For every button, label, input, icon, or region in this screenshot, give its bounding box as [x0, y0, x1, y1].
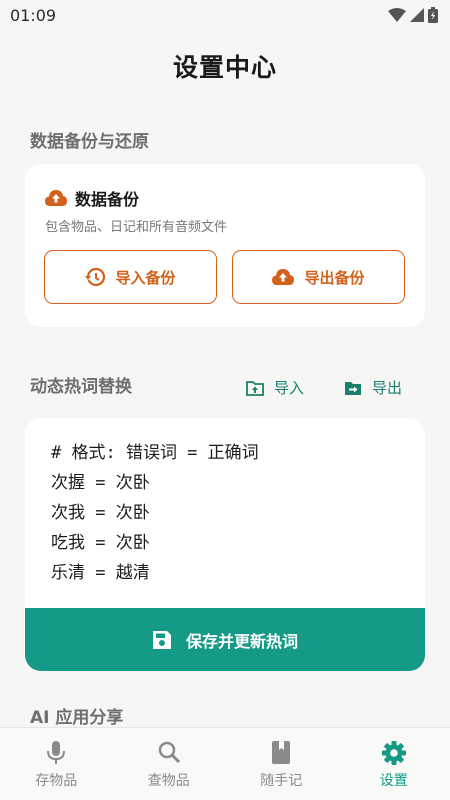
folder-export-icon [345, 381, 361, 395]
wifi-icon [388, 8, 406, 22]
save-icon [152, 630, 171, 649]
battery-icon [428, 7, 438, 23]
hotword-export-label: 导出 [372, 379, 403, 397]
hotword-export-button[interactable]: 导出 [344, 377, 402, 398]
bottom-nav: 存物品 查物品 随手记 设置 [0, 727, 450, 800]
gear-icon [381, 741, 406, 765]
mic-icon [47, 741, 66, 764]
backup-section-title: 数据备份与还原 [30, 132, 149, 152]
nav-item-search[interactable]: 查物品 [113, 728, 226, 800]
folder-upload-icon [246, 380, 264, 396]
book-icon [272, 741, 291, 764]
backup-card-title: 数据备份 [75, 190, 140, 209]
hotword-import-button[interactable]: 导入 [246, 377, 304, 398]
save-hotwords-label: 保存并更新热词 [185, 631, 298, 651]
nav-label-search: 查物品 [147, 773, 190, 789]
export-backup-button[interactable]: 导出备份 [232, 250, 405, 304]
hotword-card: # 格式: 错误词 = 正确词 次握 = 次卧 次我 = 次卧 吃我 = 次卧 … [25, 418, 425, 671]
history-icon [85, 267, 106, 287]
hotword-import-label: 导入 [274, 379, 305, 397]
status-bar: 01:09 [0, 0, 450, 30]
nav-label-notes: 随手记 [260, 773, 303, 789]
ai-section-title: AI 应用分享 [30, 708, 124, 728]
import-backup-button[interactable]: 导入备份 [44, 250, 217, 304]
backup-card-description: 包含物品、日记和所有音频文件 [45, 220, 228, 235]
cloud-upload-icon [45, 190, 67, 206]
signal-icon [410, 8, 424, 22]
nav-label-store: 存物品 [35, 773, 78, 789]
hotword-section-title: 动态热词替换 [30, 377, 132, 397]
nav-item-store[interactable]: 存物品 [0, 728, 113, 800]
nav-item-settings[interactable]: 设置 [338, 728, 450, 800]
status-icons [388, 7, 438, 23]
import-backup-label: 导入备份 [115, 268, 176, 287]
cloud-upload-icon [272, 269, 295, 285]
save-hotwords-button[interactable]: 保存并更新热词 [25, 608, 425, 671]
backup-card-header: 数据备份 [45, 186, 139, 210]
export-backup-label: 导出备份 [304, 268, 365, 287]
nav-item-notes[interactable]: 随手记 [225, 728, 338, 800]
nav-label-settings: 设置 [379, 773, 408, 789]
hotword-editor[interactable]: # 格式: 错误词 = 正确词 次握 = 次卧 次我 = 次卧 吃我 = 次卧 … [51, 438, 411, 588]
backup-card: 数据备份 包含物品、日记和所有音频文件 导入备份 导出备份 [25, 164, 425, 327]
page-title: 设置中心 [172, 53, 277, 82]
search-icon [158, 741, 180, 764]
status-time: 01:09 [10, 5, 57, 25]
